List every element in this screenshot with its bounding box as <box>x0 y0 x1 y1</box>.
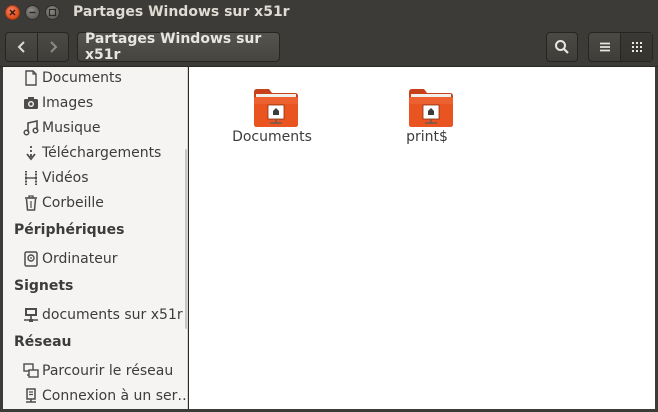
sidebar-heading-bookmarks: Signets <box>14 278 74 294</box>
path-label: Partages Windows sur x51r <box>85 31 262 63</box>
sidebar-item-computer[interactable]: Ordinateur <box>3 248 187 270</box>
file-view[interactable]: Documents print$ <box>189 67 655 409</box>
sidebar-item-label: Parcourir le réseau <box>42 363 174 379</box>
sidebar-item-label: Documents <box>42 70 122 86</box>
download-icon <box>23 145 39 161</box>
list-view-button[interactable] <box>589 33 620 61</box>
file-item-print[interactable]: print$ <box>377 72 477 152</box>
film-icon <box>23 170 39 186</box>
places-sidebar: Documents Images Musique Téléchargements… <box>3 67 188 409</box>
sidebar-item-videos[interactable]: Vidéos <box>3 167 187 189</box>
sidebar-item-browse-network[interactable]: Parcourir le réseau <box>3 360 187 382</box>
search-button[interactable] <box>546 32 578 62</box>
document-icon <box>23 70 39 86</box>
file-name: Documents <box>232 129 312 145</box>
maximize-window-button[interactable] <box>45 5 60 20</box>
network-icon <box>23 363 39 379</box>
sidebar-item-trash[interactable]: Corbeille <box>3 192 187 214</box>
sidebar-item-label: Vidéos <box>42 170 89 186</box>
chevron-right-icon <box>50 41 58 53</box>
view-mode-buttons <box>588 32 653 62</box>
navigation-buttons <box>5 32 69 62</box>
sidebar-item-connect-server[interactable]: Connexion à un ser… <box>3 385 188 407</box>
sidebar-item-label: Corbeille <box>42 195 104 211</box>
sidebar-item-images[interactable]: Images <box>3 92 187 114</box>
list-icon <box>599 42 610 52</box>
title-bar: Partages Windows sur x51r <box>0 0 658 26</box>
maximize-icon <box>48 8 57 17</box>
file-name: print$ <box>406 129 448 145</box>
window-title: Partages Windows sur x51r <box>73 4 290 20</box>
back-button[interactable] <box>6 33 37 61</box>
search-icon <box>555 40 569 54</box>
minimize-icon <box>29 11 36 14</box>
sidebar-item-label: Téléchargements <box>42 145 162 161</box>
sidebar-item-label: Images <box>42 95 94 111</box>
camera-icon <box>23 95 39 111</box>
sidebar-scrollbar[interactable] <box>185 149 187 329</box>
header-toolbar: Partages Windows sur x51r <box>0 26 658 67</box>
shared-folder-icon <box>407 84 455 130</box>
trash-icon <box>23 195 39 211</box>
shared-folder-icon <box>252 84 300 130</box>
sidebar-item-music[interactable]: Musique <box>3 117 187 139</box>
close-window-button[interactable] <box>5 5 20 20</box>
sidebar-item-label: Connexion à un ser… <box>42 388 188 404</box>
grid-view-button[interactable] <box>620 33 652 61</box>
forward-button[interactable] <box>37 33 68 61</box>
server-icon <box>23 388 39 404</box>
network-share-icon <box>23 307 39 323</box>
music-icon <box>23 120 39 136</box>
path-bar-button[interactable]: Partages Windows sur x51r <box>77 31 280 63</box>
sidebar-item-label: documents sur x51r <box>42 307 183 323</box>
computer-icon <box>23 251 39 267</box>
sidebar-item-bookmark-documents[interactable]: documents sur x51r <box>3 304 187 326</box>
sidebar-heading-network: Réseau <box>14 334 72 350</box>
chevron-left-icon <box>17 41 25 53</box>
grid-icon <box>631 42 642 52</box>
close-icon <box>9 9 16 16</box>
sidebar-heading-devices: Périphériques <box>14 222 125 238</box>
file-item-documents[interactable]: Documents <box>222 72 322 152</box>
sidebar-item-label: Ordinateur <box>42 251 118 267</box>
sidebar-item-documents[interactable]: Documents <box>3 67 187 89</box>
sidebar-item-label: Musique <box>42 120 101 136</box>
sidebar-item-downloads[interactable]: Téléchargements <box>3 142 187 164</box>
minimize-window-button[interactable] <box>25 5 40 20</box>
